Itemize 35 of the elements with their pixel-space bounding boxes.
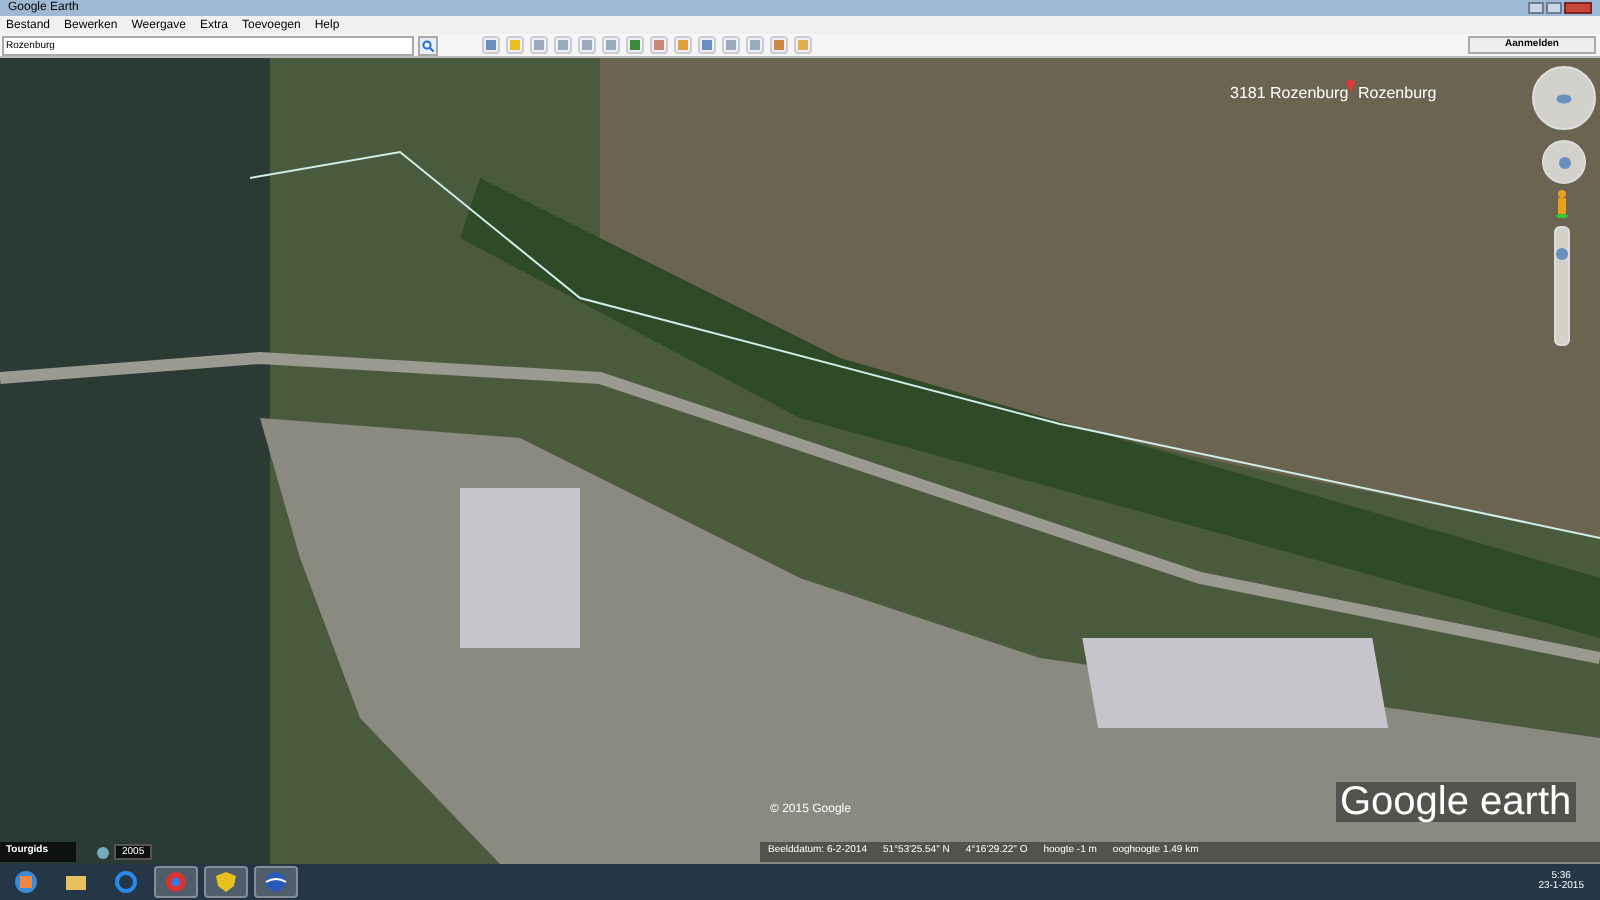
taskbar-button[interactable] [254,866,298,898]
street-view-person-icon[interactable] [1556,190,1568,218]
close-button[interactable] [1564,2,1592,14]
folder-icon [64,870,88,894]
shield-icon [214,870,238,894]
tool-icon [726,40,736,50]
place-label: 3181 Rozenburg [1230,82,1349,106]
map-pin-icon [1346,78,1356,92]
browser-icon [114,870,138,894]
tool-icon [486,40,496,50]
place-label: Rozenburg [1358,82,1437,106]
zoom-slider-thumb[interactable] [1556,248,1568,261]
tool-icon [702,40,712,50]
minimize-button[interactable] [1528,2,1544,14]
tool-icon [558,40,568,50]
tool-icon [654,40,664,50]
globe-icon [264,870,288,894]
tool-icon [774,40,784,50]
tool-icon [606,40,616,50]
tool-icon [582,40,592,50]
eye-icon [1556,93,1572,103]
tool-icon [798,40,808,50]
taskbar-button[interactable] [204,866,248,898]
browser-icon [164,870,188,894]
maximize-button[interactable] [1546,2,1562,14]
tool-icon [750,40,760,50]
clock-icon[interactable] [96,845,110,859]
tool-icon [534,40,544,50]
logo: Google earth [1336,782,1576,822]
tool-icon [678,40,688,50]
tool-icon [510,40,520,50]
tool-icon [630,40,640,50]
search-icon [422,39,434,51]
start-orb-icon [14,870,38,894]
search-button[interactable] [418,35,438,55]
